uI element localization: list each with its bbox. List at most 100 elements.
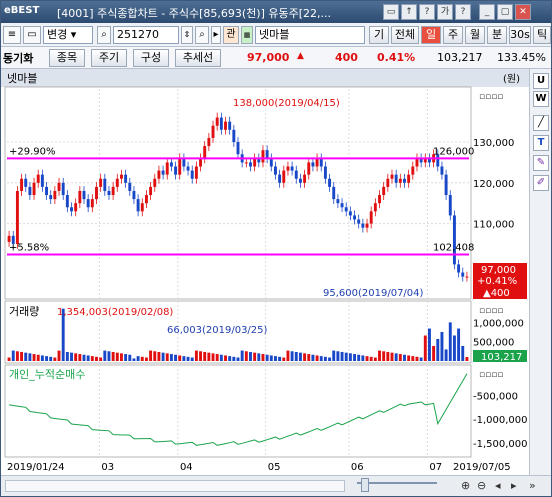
candle-body — [15, 190, 19, 244]
candle-body — [182, 158, 186, 167]
x-tick-label: 07 — [429, 462, 442, 473]
volume-bar — [228, 356, 232, 361]
chart-window: eBEST [4001] 주식종합차트 - 주식수[85,693(천)] 유동주… — [0, 0, 552, 497]
candle-body — [394, 174, 398, 183]
pin-icon[interactable]: ↑ — [401, 4, 417, 20]
period-button-minute[interactable]: 분 — [487, 26, 507, 44]
volume-bar — [161, 352, 165, 361]
period-button-tick[interactable]: 틱 — [533, 26, 551, 44]
trendline-button[interactable]: 추세선 — [175, 49, 221, 67]
candle-body — [382, 186, 386, 196]
monitor-icon[interactable]: ▭ — [23, 26, 41, 44]
period-button-all[interactable]: 전체 — [391, 26, 419, 44]
volume-bar — [203, 351, 207, 361]
support-line-value: 102,408 — [433, 243, 474, 254]
period-button-month[interactable]: 월 — [465, 26, 485, 44]
volume-bar — [136, 356, 140, 361]
menu-icon[interactable]: ≡ — [3, 26, 21, 44]
panel-controls-icon-3[interactable]: ▫▫▫▫ — [479, 370, 503, 380]
volume-bar — [111, 351, 115, 361]
font-icon[interactable]: 가 — [437, 4, 453, 20]
volume-bar — [132, 358, 136, 361]
volume-bar — [28, 353, 32, 361]
candle-body — [336, 199, 340, 204]
u-icon[interactable]: U — [533, 73, 549, 89]
text-icon[interactable]: T — [533, 135, 549, 151]
volume-bar — [244, 351, 248, 361]
volume-bar — [95, 356, 98, 361]
volume-bar — [411, 356, 415, 361]
mode-select[interactable]: 변경 ▾ — [43, 26, 93, 44]
step-left-icon[interactable]: ◂ — [495, 479, 501, 492]
current-price: 97,000 — [247, 51, 290, 64]
volume-bar — [390, 352, 394, 361]
volume-bar — [140, 356, 144, 361]
w-icon[interactable]: W — [533, 91, 549, 107]
candle-body — [153, 178, 157, 187]
candle-body — [340, 203, 344, 208]
price-tick-label: 120,000 — [473, 179, 514, 190]
candle-body — [203, 146, 207, 159]
volume-bar — [357, 354, 361, 361]
search-icon-2[interactable]: ⌕ — [195, 26, 209, 44]
volume-bar — [265, 354, 269, 361]
fast-forward-icon[interactable]: » — [529, 479, 536, 492]
stock-code-input[interactable]: 251270 — [113, 26, 179, 44]
panel-controls-icon[interactable]: ▫▫▫▫ — [479, 92, 503, 102]
volume-bar — [461, 345, 465, 361]
zoom-slider[interactable] — [357, 482, 437, 484]
maximize-button[interactable]: ▢ — [497, 4, 513, 20]
candle-body — [132, 190, 136, 200]
line-icon[interactable]: ╱ — [533, 115, 549, 131]
volume-bar — [303, 353, 307, 361]
period-button-gi[interactable]: 기 — [369, 26, 389, 44]
tag-label[interactable]: 관 — [223, 26, 239, 44]
candle-body — [373, 203, 377, 212]
chart-icon[interactable]: ▦ — [241, 26, 253, 44]
volume-bar — [294, 351, 298, 361]
play-icon[interactable]: ▸ — [211, 26, 221, 44]
zoom-out-icon[interactable]: ⊖ — [477, 479, 486, 492]
window-title: [4001] 주식종합차트 - 주식수[85,693(천)] 유동주[22,..… — [57, 7, 332, 20]
candle-body — [165, 162, 169, 175]
compose-button[interactable]: 구성 — [133, 49, 169, 67]
chart-title: 넷마블 — [7, 72, 37, 85]
title-bar: eBEST [4001] 주식종합차트 - 주식수[85,693(천)] 유동주… — [1, 1, 551, 23]
period-button-day[interactable]: 일 — [421, 26, 441, 44]
volume-bar — [373, 357, 377, 361]
volume-bar — [78, 354, 82, 361]
volume-max-label: 1,354,003(2019/02/08) — [57, 307, 173, 318]
spin-icon[interactable]: ⇕ — [181, 26, 193, 44]
minimize-button[interactable]: _ — [479, 4, 495, 20]
period-button-week[interactable]: 주 — [443, 26, 463, 44]
scroll-track[interactable] — [5, 480, 345, 492]
volume-bar — [378, 350, 381, 361]
zoom-slider-thumb[interactable] — [361, 478, 369, 492]
chart-area[interactable]: 넷마블 (원) ▫▫▫▫ ▫▫▫▫ ▫▫▫▫ +29.90% 126,000 +5.… — [1, 69, 551, 475]
close-button[interactable]: ✕ — [515, 4, 531, 20]
link-icon[interactable]: ▭ — [383, 4, 399, 20]
volume-bar — [361, 355, 365, 361]
chart-svg[interactable]: 넷마블 (원) ▫▫▫▫ ▫▫▫▫ ▫▫▫▫ +29.90% 126,000 +5.… — [1, 69, 529, 475]
candle-body — [398, 178, 402, 183]
zoom-in-icon[interactable]: ⊕ — [461, 479, 470, 492]
quote-toolbar: 동기화 종목 주기 구성 추세선 97,000 ▲ 400 0.41% 103,… — [1, 47, 551, 69]
step-right-icon[interactable]: ▸ — [511, 479, 517, 492]
volume-bar — [278, 356, 282, 361]
volume-bar — [7, 357, 11, 361]
period-button[interactable]: 주기 — [91, 49, 127, 67]
pen-icon[interactable]: ✎ — [533, 155, 549, 171]
candle-body — [298, 178, 302, 183]
period-button-30s[interactable]: 30s — [509, 26, 531, 44]
candle-body — [228, 121, 232, 130]
candle-body — [311, 162, 315, 167]
volume-bar — [115, 352, 119, 361]
candle-body — [290, 166, 294, 171]
volume-bar — [103, 350, 107, 361]
help-icon[interactable]: ? — [419, 4, 435, 20]
search-icon[interactable]: ⌕ — [97, 26, 111, 44]
eraser-icon[interactable]: ✐ — [533, 175, 549, 191]
info-icon[interactable]: ? — [455, 4, 471, 20]
stock-button[interactable]: 종목 — [49, 49, 85, 67]
panel-controls-icon-2[interactable]: ▫▫▫▫ — [479, 306, 503, 316]
